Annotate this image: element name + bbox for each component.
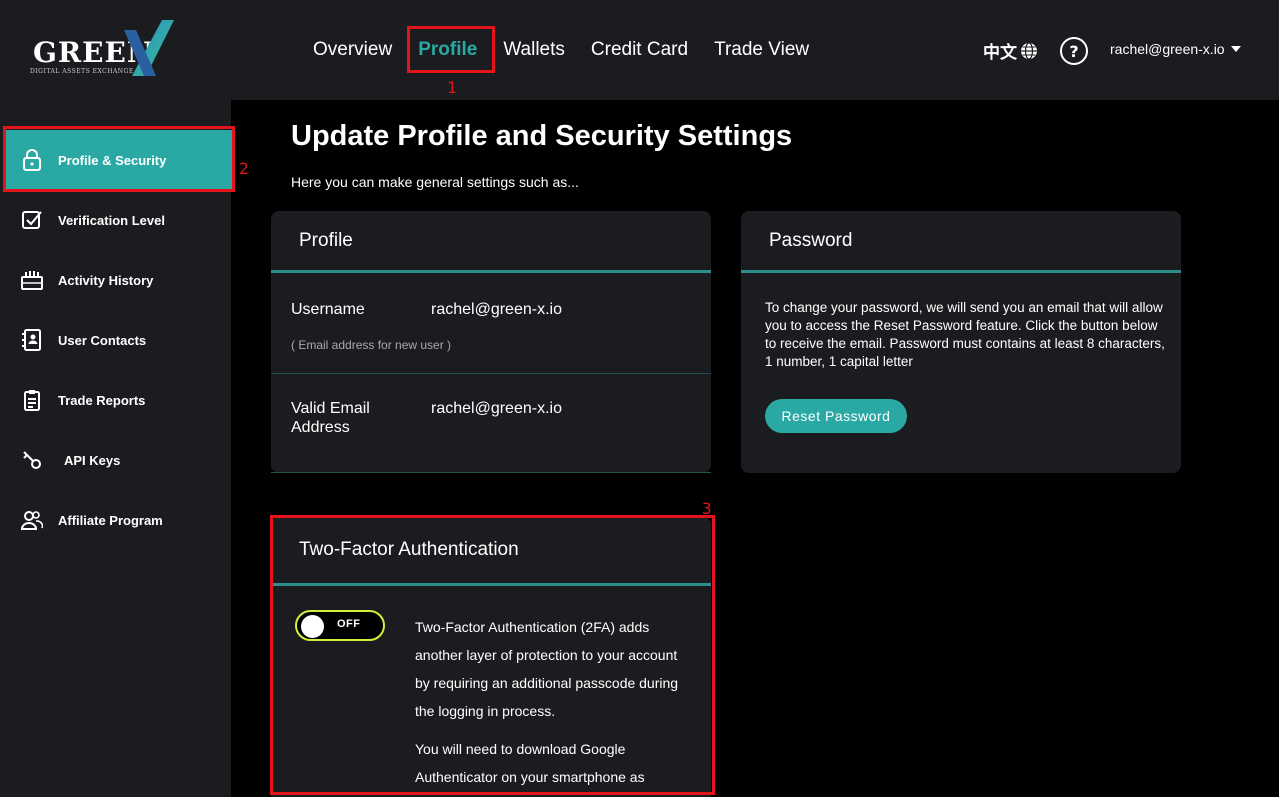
globe-icon [1021,41,1037,60]
profile-card-title: Profile [271,211,711,273]
email-label-line2: Address [291,419,350,436]
username-row: Username rachel@green-x.io ( Email addre… [271,276,711,374]
annotation-box-3 [270,515,715,795]
annotation-box-2 [3,126,235,192]
sidebar-item-label: Activity History [58,272,154,288]
password-card: Password To change your password, we wil… [741,211,1181,473]
history-icon [20,268,44,292]
chevron-down-icon [1230,46,1241,52]
main-nav: Overview Profile Wallets Credit Card Tra… [300,27,822,73]
annotation-label-3: 3 [702,499,712,518]
username-value: rachel@green-x.io [431,301,562,318]
nav-trade-view[interactable]: Trade View [701,39,822,61]
contacts-icon [20,328,44,352]
sidebar-item-verification-level[interactable]: Verification Level [6,190,232,250]
page-subtitle: Here you can make general settings such … [291,174,579,190]
users-icon [20,508,44,532]
checkbox-icon [20,208,44,232]
annotation-box-1 [407,26,495,73]
sidebar-item-label: Affiliate Program [58,512,163,528]
annotation-label-2: 2 [239,159,249,178]
password-card-title: Password [741,211,1181,273]
sidebar-item-api-keys[interactable]: API Keys [6,430,232,490]
top-bar: GREEN DIGITAL ASSETS EXCHANGE Overview P… [0,0,1279,100]
sidebar-item-label: API Keys [64,452,121,468]
profile-card: Profile Username rachel@green-x.io ( Ema… [271,211,711,473]
page-title: Update Profile and Security Settings [291,120,793,152]
email-row: Valid Email Address rachel@green-x.io [271,374,711,473]
username-hint: ( Email address for new user ) [291,338,452,352]
sidebar-item-trade-reports[interactable]: Trade Reports [6,370,232,430]
help-icon[interactable]: ? [1060,37,1088,65]
language-label: 中文 [983,43,1017,63]
user-menu[interactable]: rachel@green-x.io [1110,41,1241,57]
greenx-logo[interactable]: GREEN DIGITAL ASSETS EXCHANGE [30,18,180,82]
sidebar-item-activity-history[interactable]: Activity History [6,250,232,310]
nav-wallets[interactable]: Wallets [490,39,578,61]
email-label: Valid Email Address [291,399,370,437]
language-switcher[interactable]: 中文 [983,38,1038,63]
nav-credit-card[interactable]: Credit Card [578,39,701,61]
sidebar-item-label: Trade Reports [58,392,146,408]
logo-tagline: DIGITAL ASSETS EXCHANGE [30,68,134,75]
user-email: rachel@green-x.io [1110,41,1225,57]
email-value: rachel@green-x.io [431,400,562,417]
username-label: Username [291,301,365,318]
password-description: To change your password, we will send yo… [765,300,1165,369]
annotation-label-1: 1 [447,78,457,97]
reset-password-button[interactable]: Reset Password [765,399,907,433]
sidebar: Profile & Security Verification Level Ac… [0,100,232,797]
sidebar-item-label: User Contacts [58,332,147,348]
sidebar-item-affiliate-program[interactable]: Affiliate Program [6,490,232,550]
sidebar-item-label: Verification Level [58,212,165,228]
email-label-line1: Valid Email [291,400,370,417]
key-icon [20,448,44,472]
sidebar-item-user-contacts[interactable]: User Contacts [6,310,232,370]
report-icon [20,388,44,412]
nav-overview[interactable]: Overview [300,39,405,61]
